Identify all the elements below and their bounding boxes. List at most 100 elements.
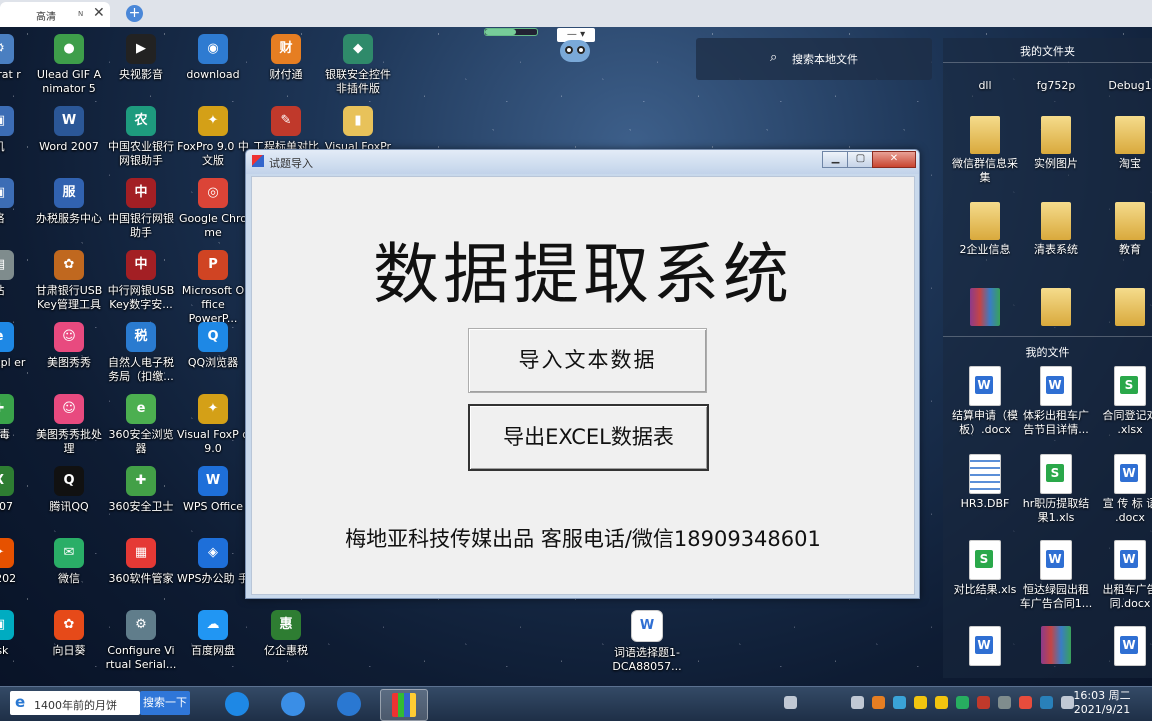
panel-file-item[interactable]: [1019, 626, 1093, 667]
desktop-icon[interactable]: 税自然人电子税 务局（扣缴...: [104, 322, 178, 392]
desktop-icon-label: 360软件管家: [108, 572, 174, 585]
desktop-icon[interactable]: Q 腾讯QQ: [32, 466, 106, 536]
panel-file-item[interactable]: 对比结果.xls: [948, 540, 1022, 597]
browser-tab[interactable]: 高清 N ✕: [0, 2, 110, 27]
app-icon: ●: [54, 34, 84, 64]
panel-folder-item[interactable]: fg752p: [1019, 76, 1093, 93]
desktop-icon[interactable]: 中中国银行网银 助手: [104, 178, 178, 248]
close-icon[interactable]: ✕: [93, 5, 105, 21]
panel-file-item[interactable]: 宣 传 标 语 .docx: [1093, 454, 1152, 525]
desktop-icon[interactable]: ▤站: [0, 250, 36, 320]
desktop-icon[interactable]: ✿ 甘肃银行USB Key管理工具: [32, 250, 106, 320]
desktop-icon[interactable]: 服办税服务中心: [32, 178, 106, 248]
desktop-icon[interactable]: ▶ 央视影音: [104, 34, 178, 104]
desktop-icon[interactable]: W WPS Office: [176, 466, 250, 536]
export-excel-button[interactable]: 导出EXCEL数据表: [468, 404, 709, 471]
close-button[interactable]: ✕: [872, 151, 916, 168]
tray-icon[interactable]: [851, 696, 864, 709]
panel-folder-item[interactable]: [1093, 288, 1152, 329]
maximize-button[interactable]: ▢: [847, 151, 874, 168]
desktop-icon[interactable]: ◎ Google Chro me: [176, 178, 250, 248]
panel-file-item[interactable]: 恒达绿园出租 车广告合同1...: [1019, 540, 1093, 611]
panel-folder-item[interactable]: 实例图片: [1019, 116, 1093, 171]
tray-icon[interactable]: [956, 696, 969, 709]
panel-file-item[interactable]: HR3.DBF: [948, 454, 1022, 511]
desktop-icon[interactable]: ◆ 银联安全控件 非插件版: [321, 34, 395, 104]
minimize-button[interactable]: ▁: [822, 151, 849, 168]
desktop-icon[interactable]: 惠亿企惠税: [249, 610, 323, 680]
desktop-icon[interactable]: e et Expl er: [0, 322, 36, 392]
desktop-icon[interactable]: 财财付通: [249, 34, 323, 104]
app-icon: ☺: [54, 394, 84, 424]
desktop-icon[interactable]: ✚ 360安全卫士: [104, 466, 178, 536]
desktop-icon[interactable]: Q QQ浏览器: [176, 322, 250, 392]
desktop-icon[interactable]: ◈ WPS办公助 手: [176, 538, 250, 608]
desktop-icon[interactable]: X 2007: [0, 466, 36, 536]
desktop-icon[interactable]: ⚙ nistrat r: [0, 34, 36, 104]
panel-file-item[interactable]: 体彩出租车广 告节目详情...: [1019, 366, 1093, 437]
desktop-icon[interactable]: e 360安全浏览 器: [104, 394, 178, 464]
import-text-button[interactable]: 导入文本数据: [468, 328, 707, 393]
desktop-icon[interactable]: ☁ 百度网盘: [176, 610, 250, 680]
taskbar-app-button[interactable]: [214, 689, 260, 719]
desktop-icon-label: esk: [0, 644, 9, 657]
panel-folder-item[interactable]: [948, 288, 1022, 329]
panel-folder-item[interactable]: [1019, 288, 1093, 329]
panel-file-item[interactable]: hr职历提取结 果1.xls: [1019, 454, 1093, 525]
panel-file-item[interactable]: [1093, 626, 1152, 669]
desktop-icon[interactable]: ⚙ Configure Vi rtual Serial...: [104, 610, 178, 680]
desktop-icon[interactable]: ▣机: [0, 106, 36, 176]
panel-folder-item[interactable]: 淘宝: [1093, 116, 1152, 171]
desktop-icon[interactable]: ✦ Visual FoxP o 9.0: [176, 394, 250, 464]
panel-folder-item[interactable]: 微信群信息采 集: [948, 116, 1022, 185]
panel-item-label: 微信群信息采 集: [952, 157, 1018, 184]
desktop-icon[interactable]: ✦ FoxPro 9.0 中文版: [176, 106, 250, 176]
taskbar-app-button[interactable]: [326, 689, 372, 719]
panel-file-item[interactable]: [948, 626, 1022, 669]
panel-file-item[interactable]: 结算申请（模 板）.docx: [948, 366, 1022, 437]
tray-icon[interactable]: [998, 696, 1011, 709]
owl-widget-icon[interactable]: [560, 40, 590, 62]
tray-icon[interactable]: [1040, 696, 1053, 709]
panel-folder-item[interactable]: dll: [948, 76, 1022, 93]
desktop-icon[interactable]: ✦ le 202: [0, 538, 36, 608]
panel-file-item[interactable]: 合同登记对 .xlsx: [1093, 366, 1152, 437]
panel-folder-item[interactable]: 教育: [1093, 202, 1152, 257]
desktop-icon[interactable]: ✿ 向日葵: [32, 610, 106, 680]
panel-folder-item[interactable]: 清表系统: [1019, 202, 1093, 257]
tray-icon[interactable]: [977, 696, 990, 709]
taskbar-search-field[interactable]: e 1400年前的月饼: [10, 691, 140, 715]
desktop-icon[interactable]: ☺ 美图秀秀: [32, 322, 106, 392]
desktop-icon[interactable]: W Word 2007: [32, 106, 106, 176]
app-icon: ▣: [0, 178, 14, 208]
tray-icon[interactable]: [914, 696, 927, 709]
panel-folder-item[interactable]: 2企业信息: [948, 202, 1022, 257]
desktop-icon[interactable]: ◉ download: [176, 34, 250, 104]
desktop-icon[interactable]: ▣ esk: [0, 610, 36, 680]
panel-folder-item[interactable]: Debug1: [1093, 76, 1152, 93]
desktop-icon[interactable]: P Microsoft O ffice PowerP...: [176, 250, 250, 325]
local-file-search[interactable]: ⌕ 搜索本地文件: [696, 38, 932, 80]
tray-icon[interactable]: [1019, 696, 1032, 709]
desktop-icon[interactable]: 中中行网银USB Key数字安...: [104, 250, 178, 320]
tray-icon[interactable]: [784, 696, 797, 709]
desktop-icon[interactable]: ▣络: [0, 178, 36, 248]
tray-icon[interactable]: [893, 696, 906, 709]
tray-icon[interactable]: [935, 696, 948, 709]
taskbar-search-button[interactable]: 搜索一下: [140, 691, 190, 715]
system-clock[interactable]: 16:03 周二 2021/9/21: [1066, 689, 1138, 717]
taskbar-app-button[interactable]: [270, 689, 316, 719]
taskbar-app-button[interactable]: [380, 689, 428, 721]
desktop-icon[interactable]: ✚ 杀毒: [0, 394, 36, 464]
desktop-icon[interactable]: ✉ 微信: [32, 538, 106, 608]
panel-file-item[interactable]: 出租车广告 同.docx: [1093, 540, 1152, 611]
new-tab-button[interactable]: +: [126, 5, 143, 22]
window-titlebar[interactable]: 试题导入 ▁ ▢ ✕: [246, 150, 919, 174]
desktop-icon[interactable]: 农中国农业银行 网银助手: [104, 106, 178, 176]
app-icon: ◎: [198, 178, 228, 208]
desktop-icon[interactable]: ☺ 美图秀秀批处 理: [32, 394, 106, 464]
desktop-icon[interactable]: W 词语选择题1- DCA88057...: [610, 610, 684, 680]
tray-icon[interactable]: [872, 696, 885, 709]
desktop-icon[interactable]: ▦ 360软件管家: [104, 538, 178, 608]
desktop-icon[interactable]: ● Ulead GIF A nimator 5: [32, 34, 106, 104]
